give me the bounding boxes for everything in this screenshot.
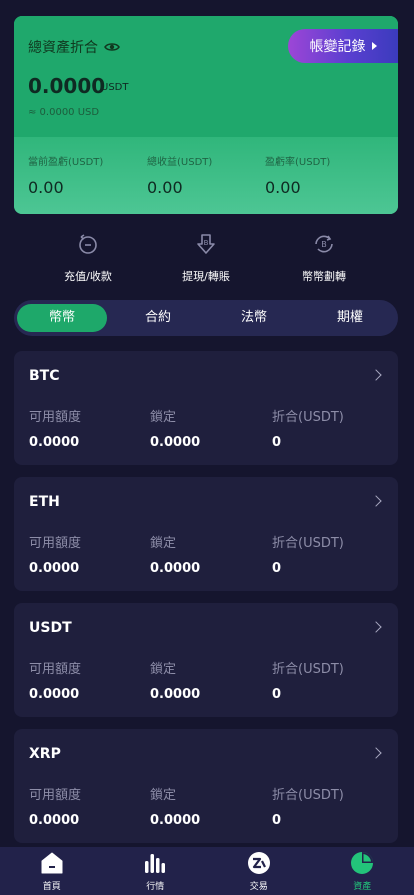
converted-column: 折合(USDT) 0 [272, 658, 344, 702]
trade-icon [247, 852, 270, 874]
locked-column: 鎖定 0.0000 [150, 658, 200, 702]
chevron-right-icon [370, 495, 382, 507]
withdraw-label: 提現/轉賬 [182, 270, 230, 283]
coin-card-btc[interactable]: BTC 可用額度 0.0000 鎖定 0.0000 折合(USDT) 0 [14, 351, 398, 465]
account-tabs: 幣幣 合約 法幣 期權 [14, 300, 398, 336]
available-column: 可用額度 0.0000 [29, 406, 81, 450]
available-value: 0.0000 [29, 687, 80, 702]
locked-label: 鎖定 [150, 536, 177, 551]
stat-current-pnl: 當前盈虧(USDT) 0.00 [28, 153, 148, 197]
deposit-label: 充值/收款 [64, 270, 112, 283]
available-column: 可用額度 0.0000 [29, 658, 81, 702]
coin-name: ETH [29, 494, 60, 510]
total-assets-usd: ≈ 0.0000 USD [28, 107, 100, 118]
stat-value: 0.00 [147, 178, 183, 197]
svg-text:B: B [204, 239, 209, 247]
coin-name: XRP [29, 746, 61, 762]
converted-column: 折合(USDT) 0 [272, 406, 344, 450]
bottom-nav: 首頁 行情 交易 資產 [0, 847, 414, 895]
locked-label: 鎖定 [150, 410, 177, 425]
locked-value: 0.0000 [150, 435, 201, 450]
eye-icon[interactable] [104, 39, 120, 55]
records-button-label: 帳變記錄 [309, 39, 366, 55]
chevron-right-icon [370, 621, 382, 633]
available-label: 可用額度 [29, 410, 82, 425]
deposit-action[interactable]: 充值/收款 [33, 232, 143, 284]
locked-label: 鎖定 [150, 662, 177, 677]
available-value: 0.0000 [29, 561, 80, 576]
available-label: 可用額度 [29, 536, 82, 551]
coin-name: USDT [29, 620, 72, 636]
coin-card-eth[interactable]: ETH 可用額度 0.0000 鎖定 0.0000 折合(USDT) 0 [14, 477, 398, 591]
converted-column: 折合(USDT) 0 [272, 784, 344, 828]
locked-column: 鎖定 0.0000 [150, 406, 200, 450]
records-button[interactable]: 帳變記錄 [288, 29, 398, 63]
nav-assets-label: 資產 [353, 882, 372, 892]
tab-spot[interactable]: 幣幣 [17, 304, 107, 332]
stat-label: 總收益(USDT) [147, 157, 213, 168]
converted-label: 折合(USDT) [272, 536, 344, 551]
available-column: 可用額度 0.0000 [29, 784, 81, 828]
tab-options[interactable]: 期權 [305, 304, 395, 332]
converted-label: 折合(USDT) [272, 788, 344, 803]
nav-home-label: 首頁 [42, 882, 61, 892]
market-icon [145, 854, 166, 873]
locked-column: 鎖定 0.0000 [150, 532, 200, 576]
total-assets-value: 0.0000 [28, 74, 106, 98]
stat-value: 0.00 [265, 178, 301, 197]
withdraw-icon: B [197, 234, 215, 254]
total-assets-unit: USDT [101, 82, 129, 93]
locked-value: 0.0000 [150, 687, 201, 702]
converted-value: 0 [272, 687, 282, 702]
nav-trade-label: 交易 [249, 882, 268, 892]
caret-right-icon [371, 42, 377, 50]
chevron-right-icon [370, 747, 382, 759]
pie-chart-icon [351, 852, 374, 874]
converted-value: 0 [272, 435, 282, 450]
available-label: 可用額度 [29, 788, 82, 803]
stat-label: 當前盈虧(USDT) [28, 157, 104, 168]
nav-market-label: 行情 [146, 882, 165, 892]
converted-value: 0 [272, 561, 282, 576]
svg-text:B: B [321, 240, 327, 249]
available-value: 0.0000 [29, 435, 80, 450]
converted-value: 0 [272, 813, 282, 828]
converted-label: 折合(USDT) [272, 662, 344, 677]
locked-value: 0.0000 [150, 561, 201, 576]
locked-value: 0.0000 [150, 813, 201, 828]
withdraw-action[interactable]: B 提現/轉賬 [151, 232, 261, 284]
total-assets-label: 總資產折合 [28, 40, 98, 56]
coin-card-xrp[interactable]: XRP 可用額度 0.0000 鎖定 0.0000 折合(USDT) 0 [14, 729, 398, 843]
nav-assets[interactable]: 資產 [311, 847, 414, 895]
stat-label: 盈虧率(USDT) [265, 157, 331, 168]
nav-trade[interactable]: 交易 [207, 847, 311, 895]
asset-summary-card: 總資產折合 0.0000 USDT ≈ 0.0000 USD 帳變記錄 當前盈虧… [14, 16, 398, 214]
available-column: 可用額度 0.0000 [29, 532, 81, 576]
home-icon [41, 852, 63, 874]
locked-column: 鎖定 0.0000 [150, 784, 200, 828]
total-assets-label-row: 總資產折合 [28, 37, 120, 57]
stat-total-profit: 總收益(USDT) 0.00 [147, 153, 267, 197]
coin-card-usdt[interactable]: USDT 可用額度 0.0000 鎖定 0.0000 折合(USDT) 0 [14, 603, 398, 717]
available-label: 可用額度 [29, 662, 82, 677]
locked-label: 鎖定 [150, 788, 177, 803]
tab-contract[interactable]: 合約 [113, 304, 203, 332]
stat-pnl-rate: 盈虧率(USDT) 0.00 [265, 153, 385, 197]
deposit-icon [79, 234, 97, 254]
available-value: 0.0000 [29, 813, 80, 828]
chevron-right-icon [370, 369, 382, 381]
stat-value: 0.00 [28, 178, 64, 197]
nav-home[interactable]: 首頁 [0, 847, 104, 895]
transfer-label: 幣幣劃轉 [302, 270, 346, 283]
converted-label: 折合(USDT) [272, 410, 344, 425]
tab-fiat[interactable]: 法幣 [209, 304, 299, 332]
nav-market[interactable]: 行情 [104, 847, 208, 895]
transfer-action[interactable]: B 幣幣劃轉 [269, 232, 379, 284]
converted-column: 折合(USDT) 0 [272, 532, 344, 576]
coin-name: BTC [29, 368, 60, 384]
transfer-icon: B [315, 235, 333, 253]
